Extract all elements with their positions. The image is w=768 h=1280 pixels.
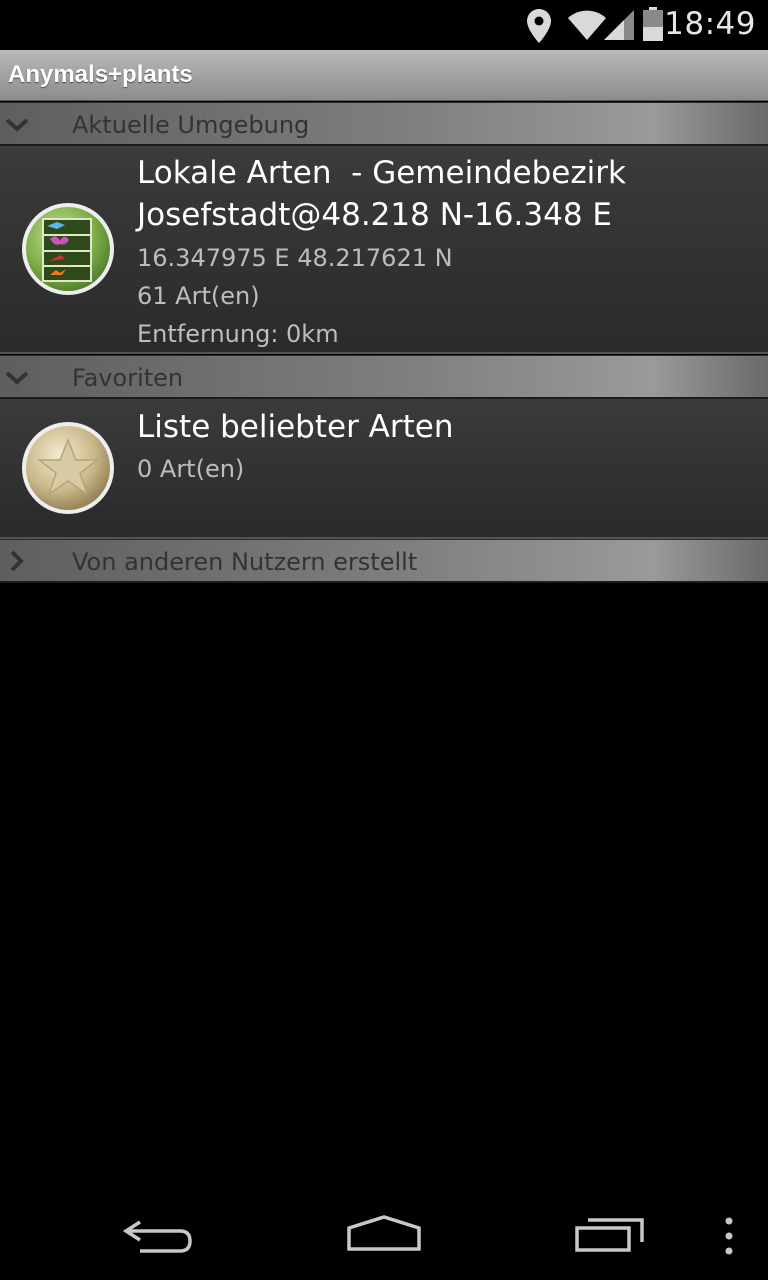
- star-icon: [22, 422, 114, 514]
- item-title-line1: Liste beliebter Arten: [137, 409, 454, 445]
- group-label: Von anderen Nutzern erstellt: [72, 548, 418, 576]
- home-icon[interactable]: [345, 1214, 423, 1252]
- chevron-down-icon: [5, 371, 29, 385]
- item-title-line2: Josefstadt@48.218 N-16.348 E: [137, 197, 612, 233]
- item-title-line1: Lokale Arten - Gemeindebezirk: [137, 155, 626, 191]
- item-distance: Entfernung: 0km: [137, 320, 339, 348]
- chevron-down-icon: [5, 118, 29, 132]
- overflow-menu-icon[interactable]: [722, 1216, 736, 1256]
- list-item-favorites[interactable]: Liste beliebter Arten 0 Art(en): [0, 399, 768, 539]
- group-header-aktuelle-umgebung[interactable]: Aktuelle Umgebung: [0, 102, 768, 146]
- item-species-count: 0 Art(en): [137, 455, 245, 483]
- battery-icon: [643, 7, 663, 41]
- group-label: Aktuelle Umgebung: [72, 111, 310, 139]
- app-title: Anymals+plants: [8, 61, 193, 88]
- item-coordinates: 16.347975 E 48.217621 N: [137, 244, 453, 272]
- species-list-icon: [22, 203, 114, 295]
- item-species-count: 61 Art(en): [137, 282, 260, 310]
- wifi-icon: [568, 10, 606, 40]
- list-item-local-species[interactable]: Lokale Arten - Gemeindebezirk Josefstadt…: [0, 146, 768, 354]
- chevron-right-icon: [10, 550, 24, 572]
- back-icon[interactable]: [120, 1214, 196, 1254]
- navigation-bar: [0, 1190, 768, 1280]
- group-header-von-anderen-nutzern[interactable]: Von anderen Nutzern erstellt: [0, 539, 768, 583]
- app-title-bar: Anymals+plants: [0, 50, 768, 101]
- group-label: Favoriten: [72, 364, 184, 392]
- recents-icon[interactable]: [574, 1216, 646, 1254]
- status-bar: 18:49: [0, 0, 768, 50]
- signal-icon: [604, 10, 634, 40]
- clock: 18:49: [664, 6, 756, 42]
- group-header-favoriten[interactable]: Favoriten: [0, 355, 768, 399]
- location-icon: [527, 9, 551, 43]
